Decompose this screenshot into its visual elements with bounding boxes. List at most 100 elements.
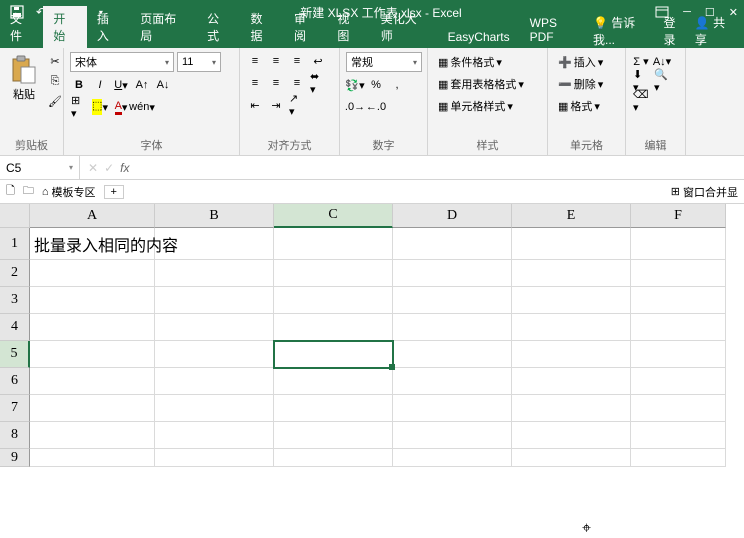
cell[interactable]	[274, 314, 393, 341]
tab-view[interactable]: 视图	[327, 6, 370, 48]
delete-cells-button[interactable]: ➖删除 ▾	[554, 74, 607, 94]
cell[interactable]	[274, 287, 393, 314]
tab-easycharts[interactable]: EasyCharts	[438, 26, 520, 48]
column-header[interactable]: B	[155, 204, 274, 228]
comma-button[interactable]: ,	[388, 76, 406, 94]
tell-me[interactable]: 💡 告诉我...	[593, 14, 656, 48]
cell[interactable]	[274, 228, 393, 260]
tab-insert[interactable]: 插入	[87, 6, 130, 48]
cell[interactable]	[155, 368, 274, 395]
cell[interactable]	[30, 422, 155, 449]
insert-cells-button[interactable]: ➕插入 ▾	[554, 52, 607, 72]
cell-style-button[interactable]: ▦单元格样式 ▾	[434, 96, 517, 116]
increase-indent-button[interactable]: ⇥	[267, 96, 285, 114]
cell[interactable]	[393, 341, 512, 368]
cell[interactable]	[512, 314, 631, 341]
clear-button[interactable]: ⌫ ▾	[632, 92, 650, 110]
login-link[interactable]: 登录	[664, 14, 687, 48]
orientation-button[interactable]: ↗ ▾	[288, 96, 306, 114]
cell[interactable]	[155, 395, 274, 422]
select-all-corner[interactable]	[0, 204, 30, 228]
cell[interactable]	[30, 260, 155, 287]
cell[interactable]	[631, 314, 726, 341]
cell[interactable]	[631, 341, 726, 368]
cell[interactable]	[30, 449, 155, 467]
paste-button[interactable]: 粘贴	[6, 52, 42, 104]
cell[interactable]	[155, 422, 274, 449]
column-header[interactable]: F	[631, 204, 726, 228]
percent-button[interactable]: %	[367, 76, 385, 94]
cell[interactable]: 批量录入相同的内容	[30, 228, 155, 260]
row-header[interactable]: 4	[0, 314, 30, 341]
row-header[interactable]: 8	[0, 422, 30, 449]
cell[interactable]	[274, 341, 393, 368]
cell[interactable]	[512, 341, 631, 368]
fx-icon[interactable]: fx	[120, 161, 129, 175]
cell[interactable]	[631, 449, 726, 467]
cell[interactable]	[30, 287, 155, 314]
increase-decimal-button[interactable]: .0→	[346, 98, 364, 116]
find-button[interactable]: 🔍▾	[653, 72, 671, 90]
cell[interactable]	[155, 314, 274, 341]
cell[interactable]	[393, 422, 512, 449]
cell[interactable]	[631, 228, 726, 260]
enter-formula-icon[interactable]: ✓	[104, 161, 114, 175]
cell[interactable]	[274, 449, 393, 467]
cell[interactable]	[631, 287, 726, 314]
formula-bar-input[interactable]	[135, 161, 736, 175]
row-header[interactable]: 6	[0, 368, 30, 395]
table-format-button[interactable]: ▦套用表格格式 ▾	[434, 74, 528, 94]
tab-data[interactable]: 数据	[241, 6, 284, 48]
open-folder-icon[interactable]: 🗀	[23, 182, 34, 201]
conditional-format-button[interactable]: ▦条件格式 ▾	[434, 52, 506, 72]
cell[interactable]	[155, 341, 274, 368]
align-right-button[interactable]: ≡	[288, 74, 306, 92]
currency-button[interactable]: 💱▾	[346, 76, 364, 94]
new-sheet-icon[interactable]: 🗋	[6, 182, 15, 201]
align-bottom-button[interactable]: ≡	[288, 52, 306, 70]
cell[interactable]	[512, 422, 631, 449]
format-cells-button[interactable]: ▦格式 ▾	[554, 96, 604, 116]
cell[interactable]	[393, 395, 512, 422]
font-name-combo[interactable]: 宋体▾	[70, 52, 174, 72]
tab-wps[interactable]: WPS PDF	[520, 12, 593, 48]
cell[interactable]	[512, 228, 631, 260]
cell[interactable]	[274, 395, 393, 422]
cell[interactable]	[512, 449, 631, 467]
column-header[interactable]: E	[512, 204, 631, 228]
templates-button[interactable]: ⌂ 模板专区	[42, 184, 96, 200]
italic-button[interactable]: I	[91, 76, 109, 94]
name-box[interactable]: C5▾	[0, 156, 80, 179]
cell[interactable]	[631, 395, 726, 422]
cell[interactable]	[393, 260, 512, 287]
cell[interactable]	[393, 368, 512, 395]
tab-layout[interactable]: 页面布局	[130, 6, 197, 48]
decrease-indent-button[interactable]: ⇤	[246, 96, 264, 114]
cell[interactable]	[512, 368, 631, 395]
phonetic-button[interactable]: wén▾	[133, 98, 151, 116]
cell[interactable]	[393, 287, 512, 314]
row-header[interactable]: 2	[0, 260, 30, 287]
row-header[interactable]: 3	[0, 287, 30, 314]
merge-center-button[interactable]: ⬌ ▾	[309, 74, 327, 92]
column-header[interactable]: C	[274, 204, 393, 228]
cell[interactable]	[30, 314, 155, 341]
cancel-formula-icon[interactable]: ✕	[88, 161, 98, 175]
cell[interactable]	[155, 287, 274, 314]
align-middle-button[interactable]: ≡	[267, 52, 285, 70]
bold-button[interactable]: B	[70, 76, 88, 94]
underline-button[interactable]: U ▾	[112, 76, 130, 94]
column-header[interactable]: D	[393, 204, 512, 228]
cell[interactable]	[274, 368, 393, 395]
add-tab-button[interactable]: +	[104, 185, 124, 199]
cell[interactable]	[393, 228, 512, 260]
cell[interactable]	[393, 449, 512, 467]
font-color-button[interactable]: A▾	[112, 98, 130, 116]
row-header[interactable]: 7	[0, 395, 30, 422]
cell[interactable]	[631, 368, 726, 395]
cell[interactable]	[155, 260, 274, 287]
cell[interactable]	[512, 287, 631, 314]
share-button[interactable]: 👤 共享	[695, 14, 736, 48]
fill-color-button[interactable]: ⬚▾	[91, 98, 109, 116]
cell[interactable]	[155, 449, 274, 467]
